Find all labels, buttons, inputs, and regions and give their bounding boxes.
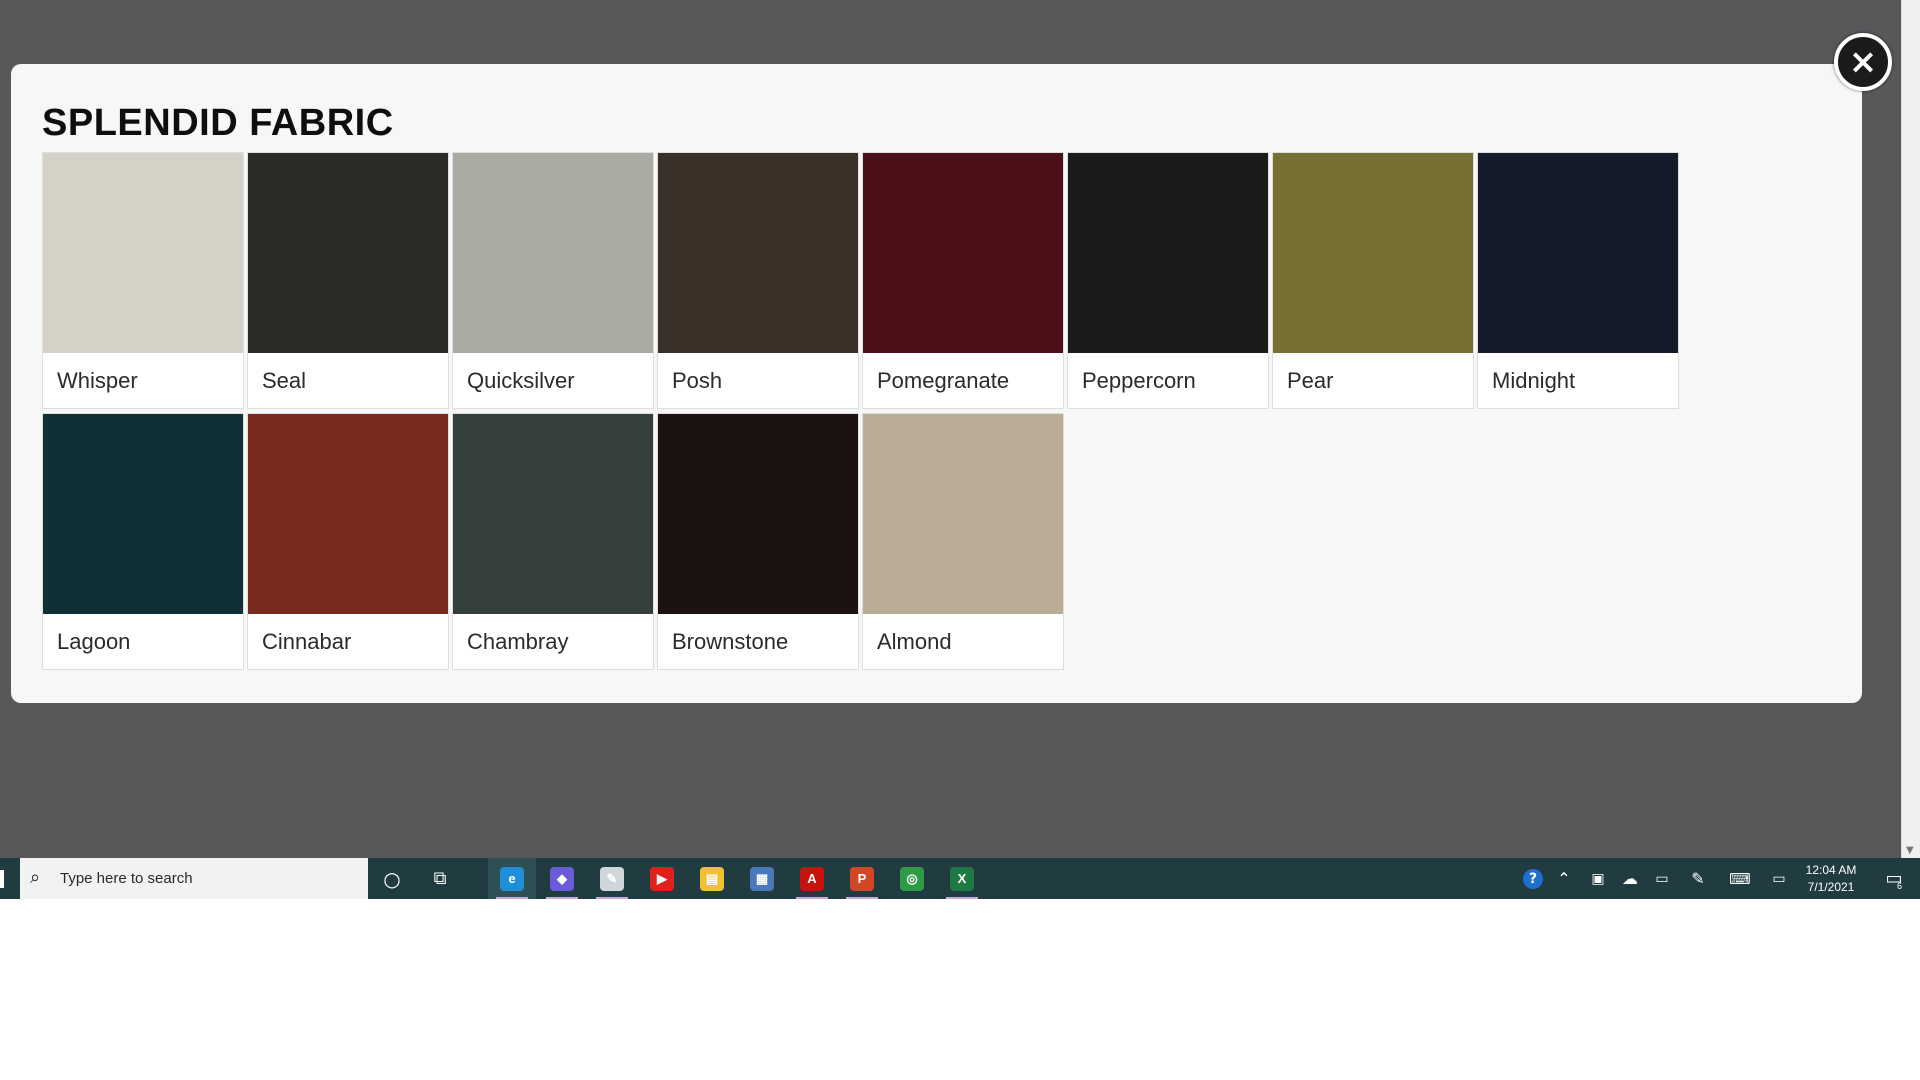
edge-icon: e — [500, 866, 524, 891]
fabric-swatch[interactable] — [863, 414, 1063, 614]
clock-time: 12:04 AM — [1805, 863, 1857, 877]
fabric-card[interactable]: Chambray — [452, 413, 654, 670]
fabric-card[interactable]: Pomegranate — [862, 152, 1064, 409]
fabric-swatch[interactable] — [1478, 153, 1678, 353]
fabric-swatch-grid: Whisper Seal Quicksilver Posh Pomegranate Pep… — [42, 152, 1692, 670]
fabric-card[interactable]: Posh — [657, 152, 859, 409]
fabric-swatch[interactable] — [248, 414, 448, 614]
running-indicator — [546, 897, 578, 899]
start-button[interactable] — [0, 870, 4, 888]
fabric-card[interactable]: Lagoon — [42, 413, 244, 670]
taskbar-app-edge[interactable]: e — [488, 858, 536, 899]
fabric-name: Almond — [877, 629, 952, 654]
taskbar-app-youtube[interactable]: ▶ — [638, 858, 686, 899]
taskbar-app-paint-app[interactable]: ✎ — [588, 858, 636, 899]
powerpoint-icon: P — [850, 866, 874, 891]
fabric-swatch[interactable] — [1068, 153, 1268, 353]
calculator-icon: ▦ — [750, 866, 774, 891]
fabric-name: Whisper — [57, 368, 138, 393]
search-icon: ⌕ — [30, 867, 41, 888]
youtube-icon: ▶ — [650, 866, 674, 891]
fabric-name: Lagoon — [57, 629, 131, 654]
acrobat-icon: A — [800, 866, 824, 891]
fabric-swatch[interactable] — [453, 153, 653, 353]
running-indicator — [946, 897, 978, 899]
close-modal-button[interactable]: × — [1834, 33, 1892, 91]
fabric-name: Peppercorn — [1082, 368, 1196, 393]
fabric-card[interactable]: Peppercorn — [1067, 152, 1269, 409]
task-view-icon[interactable]: ⧉ — [416, 858, 464, 899]
running-indicator — [846, 897, 878, 899]
show-hidden-icons-chevron-icon[interactable]: ⌃ — [1550, 858, 1578, 899]
help-icon[interactable]: ? — [1518, 858, 1548, 899]
onedrive-cloud-icon[interactable]: ☁ — [1615, 858, 1645, 899]
meet-now-icon[interactable]: ▣ — [1585, 858, 1611, 899]
fabric-name: Seal — [262, 368, 307, 393]
fabric-card[interactable]: Seal — [247, 152, 449, 409]
action-center-icon[interactable]: ▭ 6 — [1874, 858, 1914, 899]
chrome-icon: ◎ — [900, 866, 924, 891]
fabric-card[interactable]: Brownstone — [657, 413, 859, 670]
taskbar-app-file-explorer[interactable]: ▤ — [688, 858, 736, 899]
fabric-name: Cinnabar — [262, 629, 352, 654]
paint-app-icon: ✎ — [600, 866, 624, 891]
fabric-name: Pear — [1287, 368, 1334, 393]
clock-date: 7/1/2021 — [1807, 880, 1855, 894]
fabric-swatch[interactable] — [1273, 153, 1473, 353]
fabric-card[interactable]: Almond — [862, 413, 1064, 670]
running-indicator — [596, 897, 628, 899]
fabric-card[interactable]: Quicksilver — [452, 152, 654, 409]
fabric-name: Midnight — [1492, 368, 1576, 393]
taskbar-app-calculator[interactable]: ▦ — [738, 858, 786, 899]
fabric-card[interactable]: Midnight — [1477, 152, 1679, 409]
fabric-swatch[interactable] — [248, 153, 448, 353]
fabric-swatch[interactable] — [43, 153, 243, 353]
modal-title: SPLENDID FABRIC — [42, 102, 394, 144]
fabric-swatch[interactable] — [453, 414, 653, 614]
fabric-swatch[interactable] — [658, 153, 858, 353]
touch-keyboard-icon[interactable]: ⌨ — [1723, 858, 1757, 899]
fabric-name: Brownstone — [672, 629, 789, 654]
network-icon[interactable]: ▭ — [1766, 858, 1792, 899]
taskbar-app-excel[interactable]: X — [938, 858, 986, 899]
taskbar-search-box[interactable]: ⌕ Type here to search — [20, 858, 368, 899]
fabric-swatch[interactable] — [43, 414, 243, 614]
taskbar-app-droplet-app[interactable]: ◆ — [538, 858, 586, 899]
running-indicator — [496, 897, 528, 899]
taskbar-app-powerpoint[interactable]: P — [838, 858, 886, 899]
fabric-name: Posh — [672, 368, 723, 393]
page-scrollbar[interactable]: ▼ — [1901, 0, 1920, 858]
notification-count: 6 — [1897, 881, 1903, 891]
desktop-screen: ▁▁▁▁▁ ▁▁▁▁▁ ▁▁▁ ▁▁▁▁▁ ▁▁▁▁▁ ▼ SPLENDID F… — [0, 0, 1920, 899]
taskbar-app-chrome[interactable]: ◎ — [888, 858, 936, 899]
battery-icon[interactable]: ▭ — [1649, 858, 1675, 899]
fabric-name: Pomegranate — [877, 368, 1010, 393]
fabric-modal: SPLENDID FABRIC Whisper Seal Quicksilver Po… — [11, 64, 1862, 703]
fabric-name: Quicksilver — [467, 368, 575, 393]
fabric-card[interactable]: Whisper — [42, 152, 244, 409]
fabric-swatch[interactable] — [658, 414, 858, 614]
cortana-icon[interactable]: ○ — [368, 858, 416, 899]
fabric-name: Chambray — [467, 629, 569, 654]
pen-icon[interactable]: ✎ — [1684, 858, 1712, 899]
taskbar-clock[interactable]: 12:04 AM 7/1/2021 — [1796, 862, 1866, 896]
fabric-swatch[interactable] — [863, 153, 1063, 353]
running-indicator — [796, 897, 828, 899]
excel-icon: X — [950, 866, 974, 891]
scroll-down-arrow-icon[interactable]: ▼ — [1906, 845, 1914, 856]
windows-taskbar: ⌕ Type here to search ○ ⧉ e ◆ ✎ ▶ ▤ ▦ A P ◎ X ? ⌃… — [0, 858, 1920, 899]
droplet-app-icon: ◆ — [550, 866, 574, 891]
taskbar-app-acrobat[interactable]: A — [788, 858, 836, 899]
file-explorer-icon: ▤ — [700, 866, 724, 891]
search-placeholder: Type here to search — [60, 870, 193, 887]
fabric-card[interactable]: Pear — [1272, 152, 1474, 409]
fabric-card[interactable]: Cinnabar — [247, 413, 449, 670]
